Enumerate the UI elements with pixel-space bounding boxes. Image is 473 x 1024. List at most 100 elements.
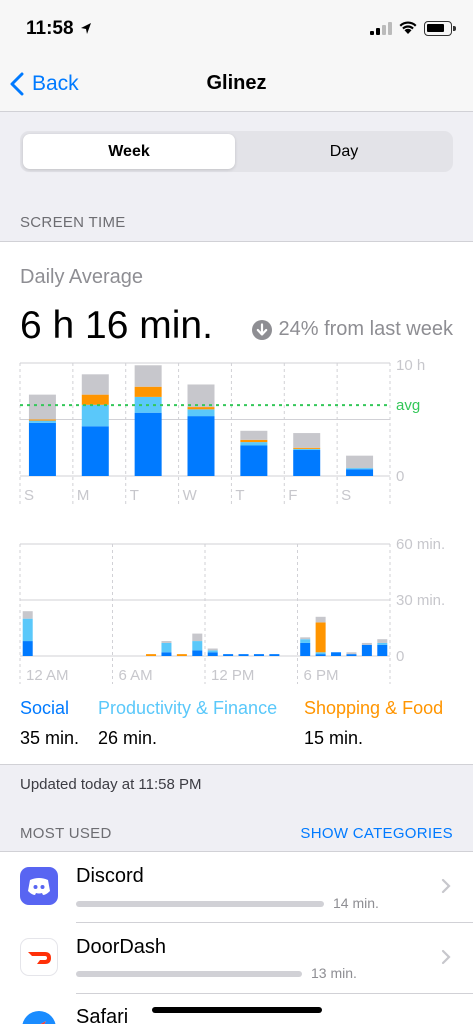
bar-social-18 xyxy=(300,642,311,656)
bar-social-1 xyxy=(81,426,109,476)
app-name: Discord xyxy=(76,865,144,887)
legend-shopping-time: 15 min. xyxy=(304,728,364,748)
app-row-doordash[interactable]: DoorDash 13 min. xyxy=(0,923,473,993)
section-header-screen-time: SCREEN TIME xyxy=(20,214,126,231)
daily-average-label: Daily Average xyxy=(20,266,144,288)
bar-productivity-11 xyxy=(192,641,203,651)
weekly-change-text: 24% from last week xyxy=(278,318,453,340)
bar-social-16 xyxy=(269,654,280,656)
bar-social-0 xyxy=(22,641,33,656)
bar-other-11 xyxy=(192,633,203,642)
status-bar: 11:58 xyxy=(0,0,473,58)
x-tick-label: M xyxy=(77,487,90,504)
home-indicator xyxy=(152,1007,322,1013)
bar-productivity-5 xyxy=(293,448,321,451)
bar-social-6 xyxy=(346,469,374,476)
bar-shopping-8 xyxy=(146,654,157,656)
bar-social-14 xyxy=(238,654,249,656)
y-tick-label: 60 min. xyxy=(396,536,445,553)
bar-other-19 xyxy=(315,616,326,623)
bar-other-1 xyxy=(81,374,109,395)
x-tick-label: S xyxy=(24,487,34,504)
app-row-discord[interactable]: Discord 14 min. xyxy=(0,852,473,922)
x-tick-label: 12 PM xyxy=(211,667,254,684)
y-tick-label: 0 xyxy=(396,468,404,485)
bar-productivity-19 xyxy=(315,652,326,655)
show-categories-button[interactable]: SHOW CATEGORIES xyxy=(300,825,453,842)
bar-social-5 xyxy=(293,450,321,476)
usage-time: 14 min. xyxy=(333,895,379,911)
arrow-down-circle-icon xyxy=(252,319,273,340)
bar-productivity-0 xyxy=(22,618,33,642)
bar-productivity-4 xyxy=(240,442,268,446)
usage-bar xyxy=(76,971,302,977)
updated-timestamp: Updated today at 11:58 PM xyxy=(20,776,202,793)
y-tick-label: 10 h xyxy=(396,358,425,374)
bar-other-21 xyxy=(346,652,357,655)
hourly-usage-chart: 12 AM 6 AM 12 PM 6 PM 60 min. 30 min. 0 xyxy=(19,536,445,684)
bar-social-2 xyxy=(134,412,162,476)
bar-other-6 xyxy=(346,455,374,469)
bar-shopping-1 xyxy=(81,394,109,405)
bar-shopping-3 xyxy=(187,407,215,410)
bar-social-4 xyxy=(240,445,268,476)
bar-social-3 xyxy=(187,416,215,476)
section-header-most-used: MOST USED xyxy=(20,825,112,842)
bar-productivity-3 xyxy=(187,409,215,417)
bar-other-0 xyxy=(22,611,33,619)
legend-social: Social xyxy=(20,698,70,718)
bar-shopping-10 xyxy=(176,654,187,656)
bar-shopping-19 xyxy=(315,622,326,653)
x-tick-label: F xyxy=(288,487,297,504)
period-segmented-control: Week Day xyxy=(20,131,453,172)
location-arrow-icon xyxy=(81,23,91,34)
doordash-icon xyxy=(20,938,58,976)
legend-shopping: Shopping & Food xyxy=(304,698,444,718)
y-tick-label: 0 xyxy=(396,648,404,665)
safari-icon xyxy=(20,1009,58,1024)
bar-other-2 xyxy=(134,365,162,387)
app-name: DoorDash xyxy=(76,936,167,958)
navigation-bar: Back Glinez xyxy=(0,58,473,112)
bar-shopping-2 xyxy=(134,386,162,397)
wifi-icon xyxy=(399,21,417,34)
bar-social-19 xyxy=(315,654,326,656)
chevron-right-icon xyxy=(441,878,451,894)
bar-productivity-23 xyxy=(377,642,388,645)
bar-social-9 xyxy=(161,652,172,656)
x-tick-label: S xyxy=(341,487,351,504)
bar-shopping-5 xyxy=(293,447,321,449)
page-title: Glinez xyxy=(206,72,267,94)
bar-social-20 xyxy=(331,652,342,656)
bar-productivity-18 xyxy=(300,639,311,643)
bar-shopping-0 xyxy=(28,419,56,421)
bar-social-0 xyxy=(28,422,56,476)
bar-other-9 xyxy=(161,641,172,643)
bar-other-18 xyxy=(300,637,311,640)
weekly-usage-chart: S M T W T F S 10 h avg 0 xyxy=(19,358,425,504)
legend-productivity-time: 26 min. xyxy=(98,728,158,748)
screen-time-card[interactable]: Daily Average 6 h 16 min. 24% from last … xyxy=(0,241,473,765)
bar-productivity-6 xyxy=(346,468,374,470)
bar-productivity-9 xyxy=(161,642,172,653)
x-tick-label: 6 PM xyxy=(304,667,339,684)
bar-other-12 xyxy=(207,648,218,651)
bar-other-5 xyxy=(293,433,321,448)
bar-other-23 xyxy=(377,639,388,643)
tab-week[interactable]: Week xyxy=(23,134,235,169)
tab-day[interactable]: Day xyxy=(238,134,450,169)
bar-social-15 xyxy=(253,654,264,656)
bar-other-4 xyxy=(240,430,268,440)
bar-other-3 xyxy=(187,384,215,408)
weekly-change: 24% from last week xyxy=(252,318,453,341)
bar-social-11 xyxy=(192,650,203,656)
cellular-signal-icon xyxy=(370,22,392,35)
bar-productivity-0 xyxy=(28,420,56,423)
bar-social-21 xyxy=(346,654,357,656)
daily-average-value: 6 h 16 min. xyxy=(20,304,213,347)
bar-productivity-1 xyxy=(81,404,109,427)
x-tick-label: 12 AM xyxy=(26,667,69,684)
bar-social-23 xyxy=(377,644,388,656)
x-tick-label: T xyxy=(235,487,244,504)
x-tick-label: T xyxy=(130,487,139,504)
